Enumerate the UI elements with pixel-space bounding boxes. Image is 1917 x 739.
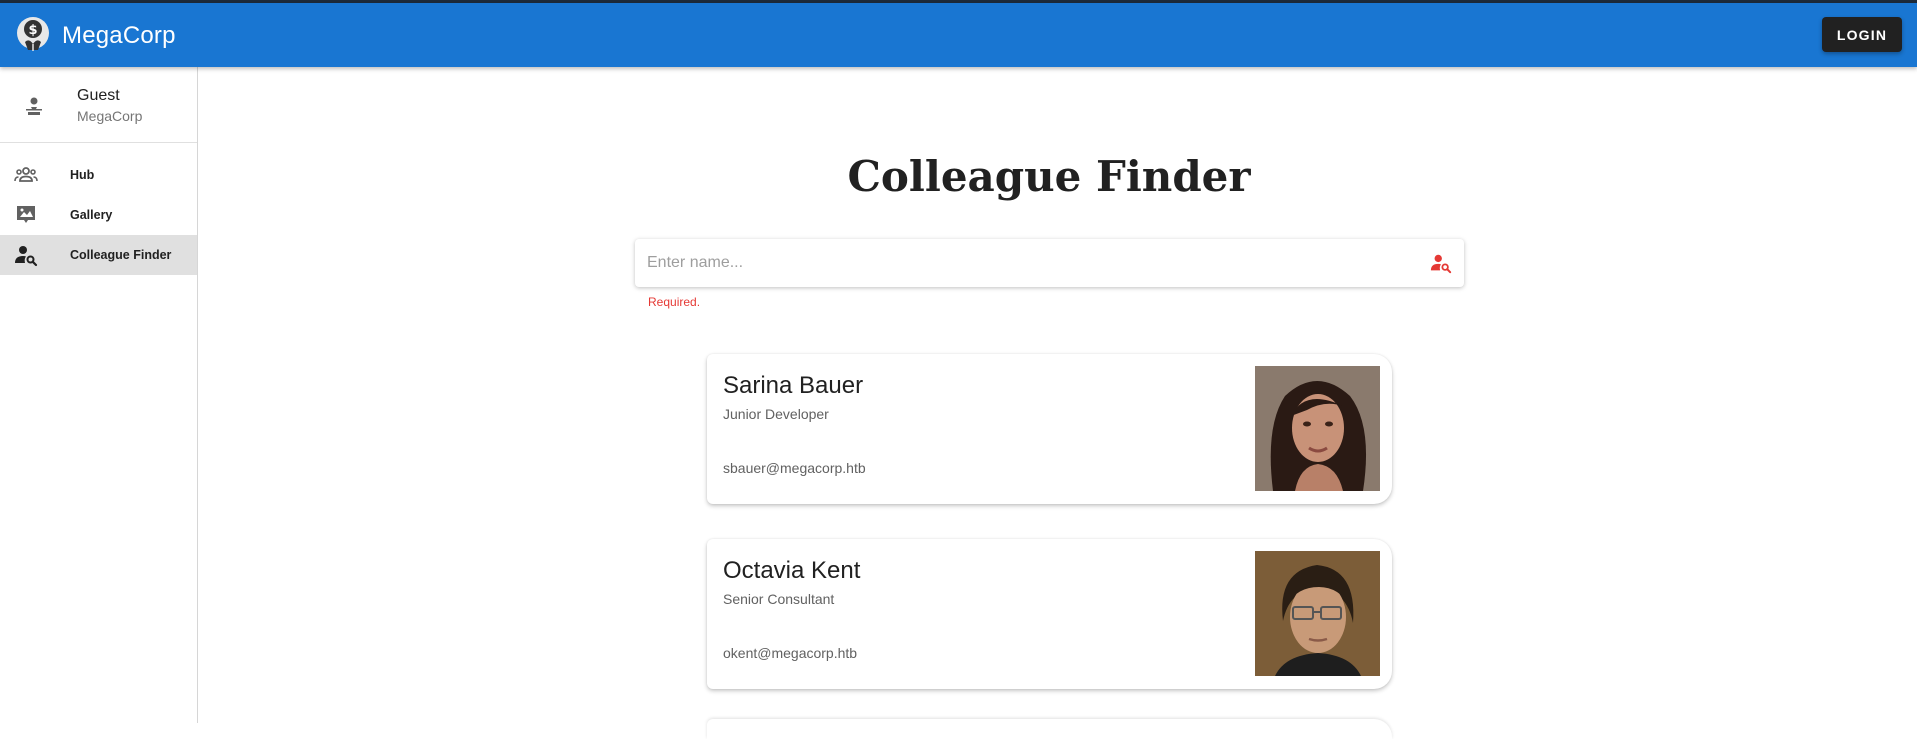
colleague-card[interactable]: Octavia Kent Senior Consultant okent@meg… [707,539,1392,689]
sidebar: Guest MegaCorp Hub Gallery Colleague Fin… [0,67,198,723]
sidebar-item-gallery[interactable]: Gallery [0,195,197,235]
app-bar: $ MegaCorp LOGIN [0,3,1917,67]
colleague-card-partial [707,719,1392,739]
colleague-name: Octavia Kent [723,557,861,584]
gallery-icon [17,206,35,223]
search-field [635,239,1464,287]
person-search-icon [15,246,38,267]
user-org: MegaCorp [77,108,143,124]
search-error-text: Required. [648,295,701,309]
people-icon [14,167,38,182]
search-input[interactable] [635,239,1415,287]
user-profile: Guest MegaCorp [0,67,197,143]
login-button[interactable]: LOGIN [1822,17,1902,52]
colleague-email: sbauer@megacorp.htb [723,460,866,476]
megacorp-logo-icon: $ [17,17,49,51]
user-name: Guest [77,87,120,104]
main-content: Colleague Finder Required. Sarina Bauer … [199,67,1917,739]
app-title: MegaCorp [62,22,176,49]
colleague-photo [1255,551,1380,676]
sidebar-item-label: Gallery [70,208,113,222]
person-search-icon[interactable] [1430,252,1452,274]
sidebar-nav: Hub Gallery Colleague Finder [0,143,197,275]
sidebar-item-label: Colleague Finder [70,248,172,262]
page-title: Colleague Finder [847,152,1251,201]
sidebar-item-colleague-finder[interactable]: Colleague Finder [0,235,197,275]
colleague-name: Sarina Bauer [723,372,864,399]
sidebar-item-label: Hub [70,168,95,182]
colleague-email: okent@megacorp.htb [723,645,858,661]
sidebar-item-hub[interactable]: Hub [0,155,197,195]
colleague-photo [1255,366,1380,491]
colleague-role: Senior Consultant [723,591,835,607]
user-icon [26,97,42,115]
svg-text:$: $ [28,23,37,38]
colleague-card[interactable]: Sarina Bauer Junior Developer sbauer@meg… [707,354,1392,504]
colleague-role: Junior Developer [723,406,829,422]
